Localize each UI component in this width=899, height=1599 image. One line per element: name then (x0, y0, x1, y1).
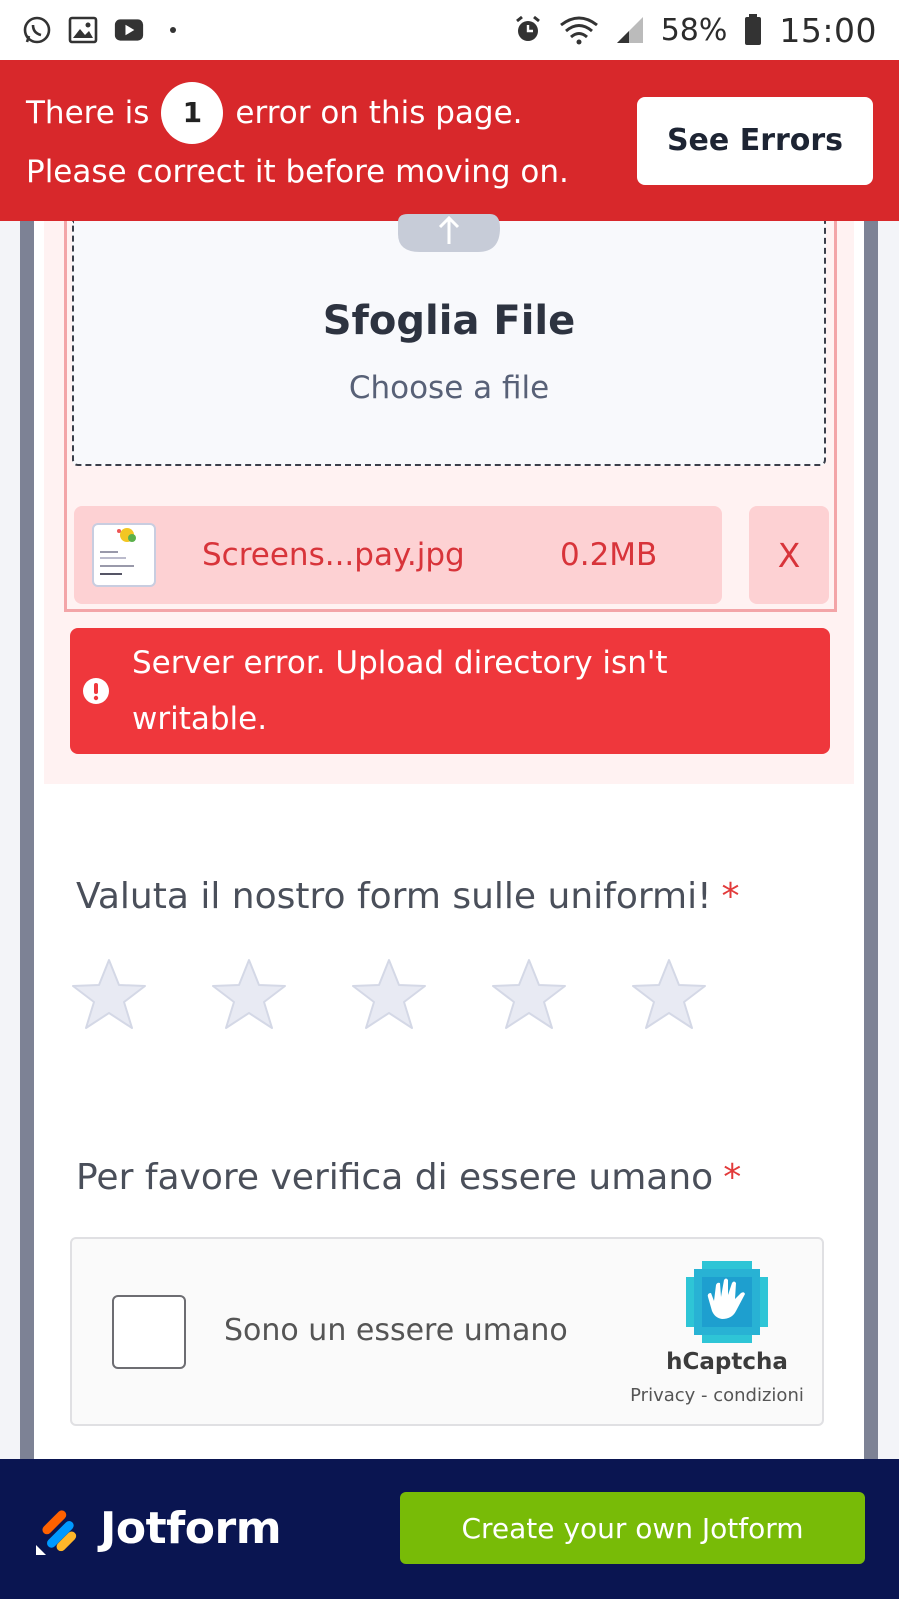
error-banner-text: There is 1 error on this page. Please co… (26, 81, 569, 200)
captcha-checkbox-label: Sono un essere umano (224, 1313, 568, 1348)
captcha-question-text: Per favore verifica di essere umano (76, 1157, 714, 1198)
youtube-icon (114, 15, 144, 45)
hcaptcha-privacy-links[interactable]: Privacy - condizioni (612, 1385, 822, 1406)
alarm-icon (513, 15, 543, 45)
jotform-logo-icon (36, 1510, 77, 1555)
remove-file-button[interactable]: X (749, 506, 829, 604)
battery-percent: 58% (660, 12, 728, 48)
jotform-footer: Jotform Create your own Jotform (0, 1459, 899, 1599)
star-icon-1[interactable] (70, 956, 148, 1034)
uploaded-file-row: Screens...pay.jpg 0.2MB (74, 506, 722, 604)
cloud-upload-icon (398, 214, 500, 252)
server-error-alert: Server error. Upload directory isn't wri… (70, 628, 830, 754)
battery-icon (743, 14, 763, 45)
create-jotform-button[interactable]: Create your own Jotform (400, 1492, 865, 1564)
star-icon-2[interactable] (210, 956, 288, 1034)
error-banner-line-1: There is 1 error on this page. (26, 81, 569, 144)
error-banner-suffix: error on this page. (235, 94, 523, 131)
captcha-question-label: Per favore verifica di essere umano * (76, 1157, 741, 1198)
server-error-message: Server error. Upload directory isn't wri… (132, 645, 668, 737)
status-right: 58% 15:00 (513, 11, 877, 50)
gallery-icon (68, 15, 98, 45)
exclamation-circle-icon (83, 678, 109, 704)
star-rating (70, 956, 708, 1034)
wifi-icon (559, 15, 599, 45)
captcha-checkbox[interactable] (112, 1295, 186, 1369)
error-banner-line-2: Please correct it before moving on. (26, 153, 569, 190)
see-errors-button[interactable]: See Errors (637, 96, 873, 185)
error-banner: There is 1 error on this page. Please co… (0, 60, 899, 221)
rating-question-label: Valuta il nostro form sulle uniformi! * (76, 876, 740, 917)
status-bar: 58% 15:00 (0, 0, 899, 60)
choose-file-subtitle: Choose a file (348, 370, 550, 406)
hcaptcha-brand: hCaptcha (666, 1349, 788, 1375)
jotform-wordmark[interactable]: Jotform (100, 1503, 282, 1554)
status-time: 15:00 (779, 10, 877, 50)
required-asterisk: * (723, 1157, 742, 1198)
page-frame-right (864, 221, 878, 1459)
status-left (22, 15, 176, 45)
star-icon-5[interactable] (630, 956, 708, 1034)
file-name: Screens...pay.jpg (202, 537, 465, 573)
star-icon-4[interactable] (490, 956, 568, 1034)
signal-icon (615, 15, 645, 45)
rating-question-text: Valuta il nostro form sulle uniformi! (76, 876, 712, 917)
whatsapp-icon (22, 15, 52, 45)
file-thumbnail (92, 523, 156, 587)
file-size: 0.2MB (560, 537, 658, 573)
notification-dot-icon (170, 27, 176, 33)
star-icon-3[interactable] (350, 956, 428, 1034)
required-asterisk: * (721, 876, 740, 917)
error-count-badge: 1 (161, 81, 224, 144)
browse-files-title[interactable]: Sfoglia File (72, 298, 826, 344)
page-frame-left (20, 221, 34, 1459)
hcaptcha-widget: Sono un essere umano hCaptcha Privacy - … (70, 1237, 824, 1426)
error-banner-prefix: There is (26, 94, 150, 131)
hcaptcha-logo-icon[interactable] (686, 1261, 768, 1343)
